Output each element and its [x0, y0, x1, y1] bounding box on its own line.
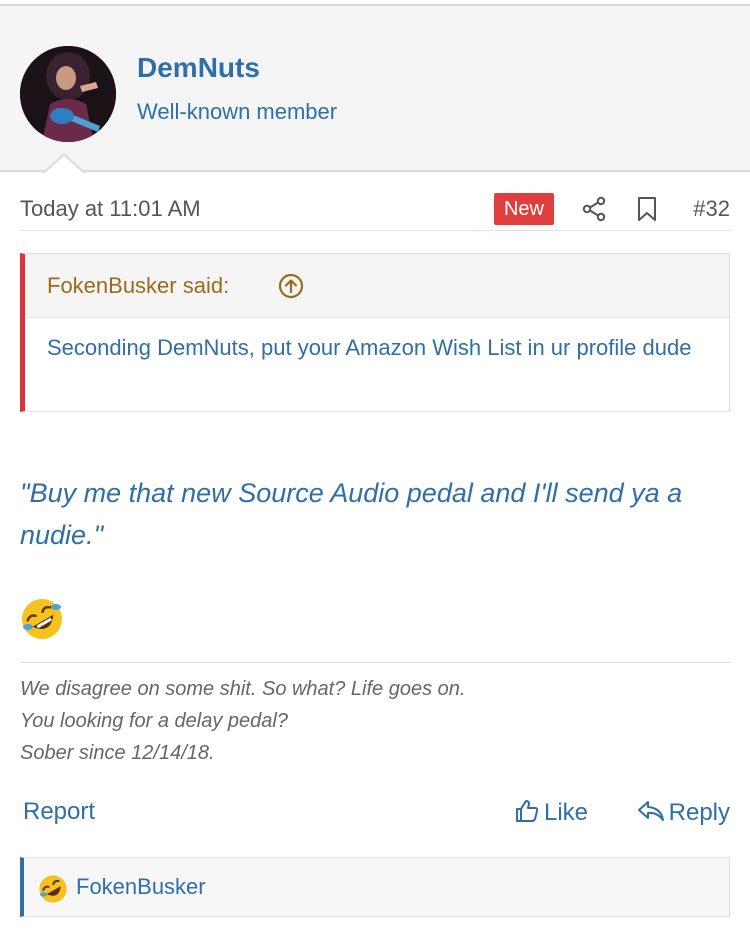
post-actions: Report Like Reply — [20, 795, 730, 835]
signature-line-3: Sober since 12/14/18. — [20, 742, 215, 764]
signature-line-1: We disagree on some shit. So what? Life … — [20, 678, 466, 700]
reply-label: Reply — [668, 799, 730, 826]
share-icon[interactable] — [581, 196, 607, 222]
reactions-bar[interactable]: FokenBusker — [20, 857, 730, 917]
quote-block: FokenBusker said: Seconding DemNuts, put… — [20, 253, 730, 412]
avatar-image — [20, 46, 116, 142]
reply-button[interactable]: Reply — [637, 798, 730, 827]
reply-icon — [637, 801, 664, 821]
avatar[interactable] — [20, 46, 116, 142]
quote-text: Seconding DemNuts, put your Amazon Wish … — [47, 335, 692, 360]
user-header: DemNuts Well-known member — [0, 6, 750, 172]
post-message: "Buy me that new Source Audio pedal and … — [20, 478, 683, 550]
bookmark-icon[interactable] — [636, 196, 658, 222]
reaction-user-link[interactable]: FokenBusker — [76, 874, 206, 900]
header-pointer-inner — [44, 156, 84, 174]
arrow-up-circle-icon[interactable] — [278, 273, 304, 299]
thumbs-up-icon — [516, 800, 539, 822]
post-number[interactable]: #32 — [693, 196, 730, 222]
rolling-on-floor-laughing-emoji — [22, 599, 62, 639]
like-button[interactable]: Like — [514, 798, 588, 827]
rolling-on-floor-laughing-emoji — [39, 875, 67, 903]
user-title: Well-known member — [137, 99, 338, 124]
quote-header: FokenBusker said: — [25, 254, 729, 318]
post-meta-bar: Today at 11:01 AM New #32 — [20, 190, 730, 231]
post-timestamp[interactable]: Today at 11:01 AM — [20, 196, 201, 222]
username[interactable]: DemNuts — [137, 52, 260, 84]
signature: We disagree on some shit. So what? Life … — [20, 662, 730, 769]
report-link[interactable]: Report — [23, 798, 95, 826]
quote-author[interactable]: FokenBusker said: — [47, 273, 229, 299]
new-badge: New — [494, 193, 554, 225]
signature-line-2: You looking for a delay pedal? — [20, 710, 288, 732]
like-label: Like — [544, 799, 589, 826]
